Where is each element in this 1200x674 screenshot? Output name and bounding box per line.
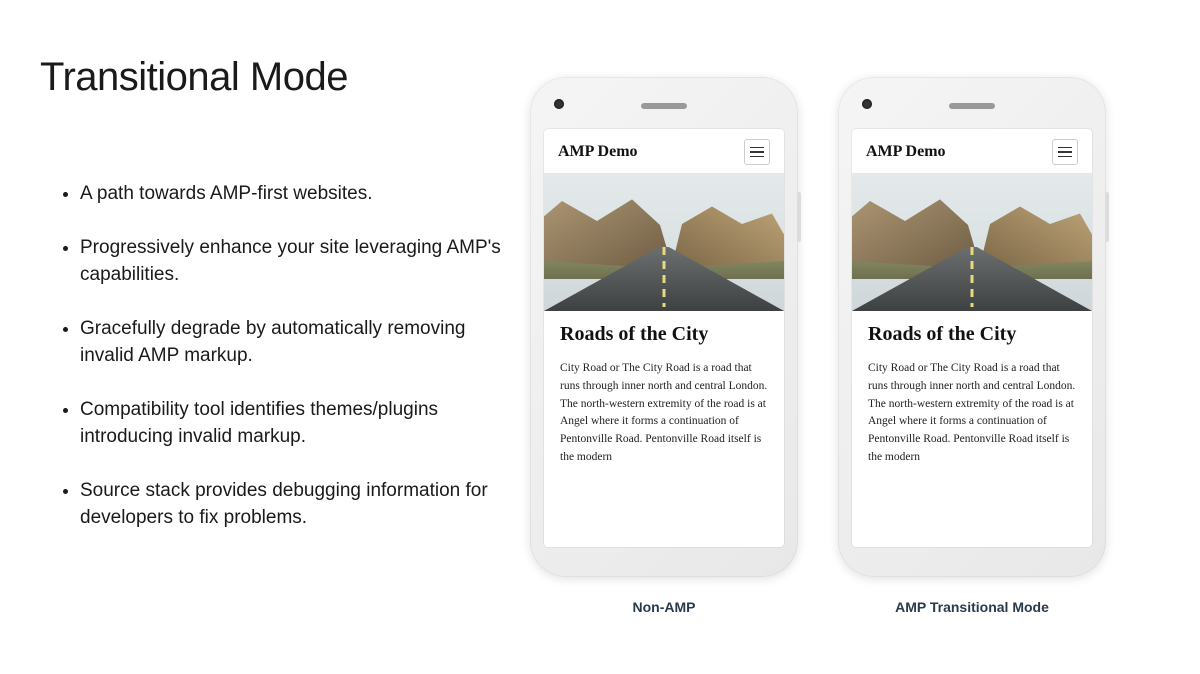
phone-caption: Non-AMP — [633, 599, 696, 615]
bullet-list: A path towards AMP-first websites. Progr… — [40, 180, 510, 532]
bullet-item: Compatibility tool identifies themes/plu… — [80, 396, 510, 451]
slide: Transitional Mode A path towards AMP-fir… — [0, 0, 1200, 674]
phone-mockup-amp: AMP Demo Roads of the City City Road or … — [838, 77, 1106, 644]
app-header: AMP Demo — [852, 129, 1092, 173]
post-title: Roads of the City — [868, 323, 1076, 346]
phone-frame: AMP Demo Roads of the City City Road or … — [838, 77, 1106, 577]
app-title: AMP Demo — [558, 143, 638, 161]
hamburger-icon[interactable] — [744, 139, 770, 165]
phone-frame: AMP Demo Roads of the City City Road or … — [530, 77, 798, 577]
bullet-item: Gracefully degrade by automatically remo… — [80, 315, 510, 370]
phone-caption: AMP Transitional Mode — [895, 599, 1049, 615]
hero-image — [852, 173, 1092, 311]
phone-speaker — [949, 103, 995, 109]
bullet-item: Source stack provides debugging informat… — [80, 477, 510, 532]
phone-mockup-non-amp: AMP Demo Roads of the City City Road or … — [530, 77, 798, 644]
phone-screen: AMP Demo Roads of the City City Road or … — [852, 129, 1092, 547]
text-column: Transitional Mode A path towards AMP-fir… — [40, 55, 530, 644]
app-header: AMP Demo — [544, 129, 784, 173]
post-body: City Road or The City Road is a road tha… — [560, 360, 768, 467]
app-title: AMP Demo — [866, 143, 946, 161]
phone-screen: AMP Demo Roads of the City City Road or … — [544, 129, 784, 547]
post-content: Roads of the City City Road or The City … — [852, 311, 1092, 467]
hero-image — [544, 173, 784, 311]
mockups-column: AMP Demo Roads of the City City Road or … — [530, 55, 1160, 644]
bullet-item: A path towards AMP-first websites. — [80, 180, 510, 208]
post-body: City Road or The City Road is a road tha… — [868, 360, 1076, 467]
post-content: Roads of the City City Road or The City … — [544, 311, 784, 467]
post-title: Roads of the City — [560, 323, 768, 346]
hamburger-icon[interactable] — [1052, 139, 1078, 165]
phone-speaker — [641, 103, 687, 109]
slide-title: Transitional Mode — [40, 55, 510, 100]
phone-side-button — [797, 192, 801, 242]
phone-side-button — [1105, 192, 1109, 242]
bullet-item: Progressively enhance your site leveragi… — [80, 234, 510, 289]
